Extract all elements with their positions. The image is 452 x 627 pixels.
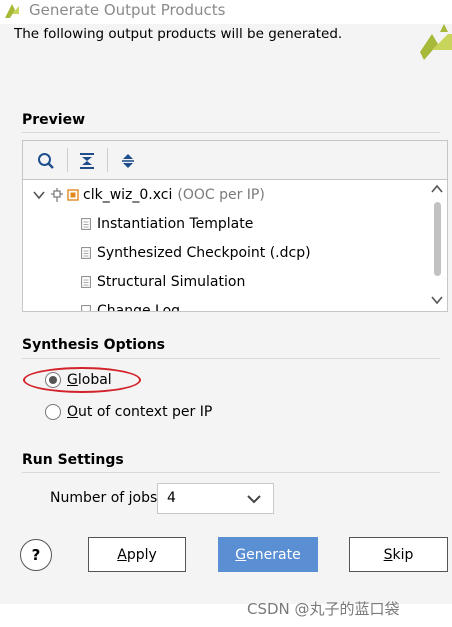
tree-child-label: Instantiation Template [97, 216, 254, 232]
description-text: The following output products will be ge… [14, 26, 343, 42]
vivado-logo-icon [420, 24, 452, 60]
chevron-up-icon[interactable] [431, 184, 443, 193]
document-icon [81, 218, 91, 230]
preview-section-title: Preview [22, 112, 86, 128]
chevron-down-icon [247, 495, 261, 504]
jobs-select[interactable]: 4 [157, 483, 274, 514]
title-bar: Generate Output Products [0, 0, 452, 22]
tree-scrollbar[interactable] [428, 180, 446, 311]
generate-button[interactable]: Generate [218, 537, 318, 572]
tree-root-suffix: (OOC per IP) [177, 187, 265, 203]
ip-pin-icon [51, 188, 63, 202]
radio-global-label: Global [67, 372, 112, 388]
window-title: Generate Output Products [29, 1, 226, 19]
radio-out-of-context-label: Out of context per IP [67, 404, 213, 420]
toolbar-divider [107, 148, 108, 172]
vivado-logo-icon [5, 4, 19, 18]
scrollbar-thumb[interactable] [434, 202, 441, 276]
toolbar-divider [67, 148, 68, 172]
chevron-down-icon[interactable] [431, 296, 443, 305]
tree-row-child[interactable]: Structural Simulation [81, 269, 245, 295]
apply-button[interactable]: Apply [88, 537, 186, 572]
tree-row-child[interactable]: Synthesized Checkpoint (.dcp) [81, 240, 311, 266]
section-divider [22, 358, 440, 359]
chevron-down-icon[interactable] [33, 190, 45, 200]
help-button[interactable]: ? [20, 539, 52, 571]
document-icon [81, 305, 91, 311]
tree-child-label: Structural Simulation [97, 274, 246, 290]
dialog-body [0, 24, 452, 604]
collapse-all-icon[interactable] [77, 151, 97, 171]
expand-all-icon[interactable] [118, 151, 138, 171]
ip-core-icon [67, 189, 79, 201]
tree-row-root[interactable]: clk_wiz_0.xci (OOC per IP) [33, 182, 265, 208]
run-settings-section-title: Run Settings [22, 452, 124, 468]
section-divider [22, 132, 440, 133]
watermark-text: CSDN @丸子的蓝口袋 [247, 600, 400, 618]
radio-dot [49, 376, 57, 384]
section-divider [22, 472, 440, 473]
radio-button[interactable] [45, 404, 61, 420]
search-icon[interactable] [36, 151, 56, 171]
tree-child-label: Change Log [97, 303, 181, 311]
skip-button[interactable]: Skip [349, 537, 448, 572]
preview-toolbar [23, 141, 447, 180]
document-icon [81, 276, 91, 288]
tree-row-child[interactable]: Change Log [81, 298, 180, 311]
tree-row-child[interactable]: Instantiation Template [81, 211, 253, 237]
synthesis-section-title: Synthesis Options [22, 337, 166, 353]
jobs-select-value: 4 [167, 490, 176, 506]
output-products-tree: clk_wiz_0.xci (OOC per IP) Instantiation… [23, 180, 427, 311]
document-icon [81, 247, 91, 259]
radio-global[interactable]: Global [45, 372, 112, 388]
radio-out-of-context[interactable]: Out of context per IP [45, 404, 212, 420]
radio-button-selected[interactable] [45, 372, 61, 388]
tree-child-label: Synthesized Checkpoint (.dcp) [97, 245, 311, 261]
tree-root-label: clk_wiz_0.xci [83, 187, 173, 203]
preview-panel: clk_wiz_0.xci (OOC per IP) Instantiation… [22, 140, 448, 312]
jobs-label: Number of jobs: [50, 490, 162, 506]
